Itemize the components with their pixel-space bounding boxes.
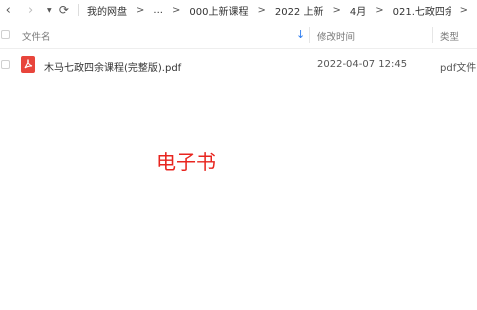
breadcrumb-current-folder[interactable]: 021.七政四余木马 bbox=[393, 3, 451, 18]
pdf-icon bbox=[21, 56, 35, 73]
select-all-checkbox[interactable] bbox=[1, 30, 10, 39]
sort-down-icon[interactable]: ↓ bbox=[296, 28, 305, 41]
breadcrumb-separator: > bbox=[375, 4, 384, 16]
breadcrumb-separator: > bbox=[171, 4, 181, 16]
file-row-checkbox[interactable] bbox=[1, 60, 10, 69]
column-divider[interactable] bbox=[432, 27, 433, 43]
pdf-glyph bbox=[24, 59, 33, 69]
breadcrumb-ellipsis[interactable]: ... bbox=[153, 5, 163, 16]
forward-arrow-icon[interactable]: › bbox=[24, 3, 36, 18]
history-dropdown-icon[interactable]: ▼ bbox=[45, 7, 54, 14]
breadcrumb-april[interactable]: 4月 bbox=[350, 3, 366, 18]
breadcrumb-separator: > bbox=[332, 4, 341, 16]
column-header-name[interactable]: 文件名 bbox=[22, 29, 51, 43]
toolbar-divider bbox=[78, 4, 80, 16]
ebook-overlay-label: 电子书 bbox=[156, 150, 216, 174]
file-list-header: 文件名 ↓ 修改时间 类型 bbox=[0, 22, 477, 49]
file-row[interactable]: 木马七政四余课程(完整版).pdf 2022-04-07 12:45 pdf文件 bbox=[0, 52, 477, 78]
back-arrow-icon[interactable]: ‹ bbox=[2, 3, 14, 18]
refresh-icon[interactable]: ⟳ bbox=[58, 3, 70, 17]
column-divider[interactable] bbox=[309, 27, 310, 43]
file-type: pdf文件 bbox=[440, 63, 477, 74]
breadcrumb-separator: > bbox=[257, 4, 266, 16]
file-name[interactable]: 木马七政四余课程(完整版).pdf bbox=[44, 59, 181, 74]
breadcrumb-2022[interactable]: 2022 上新 bbox=[275, 3, 324, 18]
breadcrumb-separator: > bbox=[136, 4, 145, 16]
breadcrumb-new-courses[interactable]: 000上新课程 bbox=[189, 3, 248, 18]
breadcrumb-my-drive[interactable]: 我的网盘 bbox=[87, 3, 127, 18]
breadcrumb-separator: > bbox=[459, 4, 469, 16]
column-header-modified[interactable]: 修改时间 bbox=[317, 29, 355, 43]
file-modified-time: 2022-04-07 12:45 bbox=[317, 59, 408, 70]
toolbar: ‹ › ▼ ⟳ 我的网盘 > ... > 000上新课程 > 2022 上新 >… bbox=[0, 0, 477, 20]
column-header-type[interactable]: 类型 bbox=[440, 29, 459, 43]
